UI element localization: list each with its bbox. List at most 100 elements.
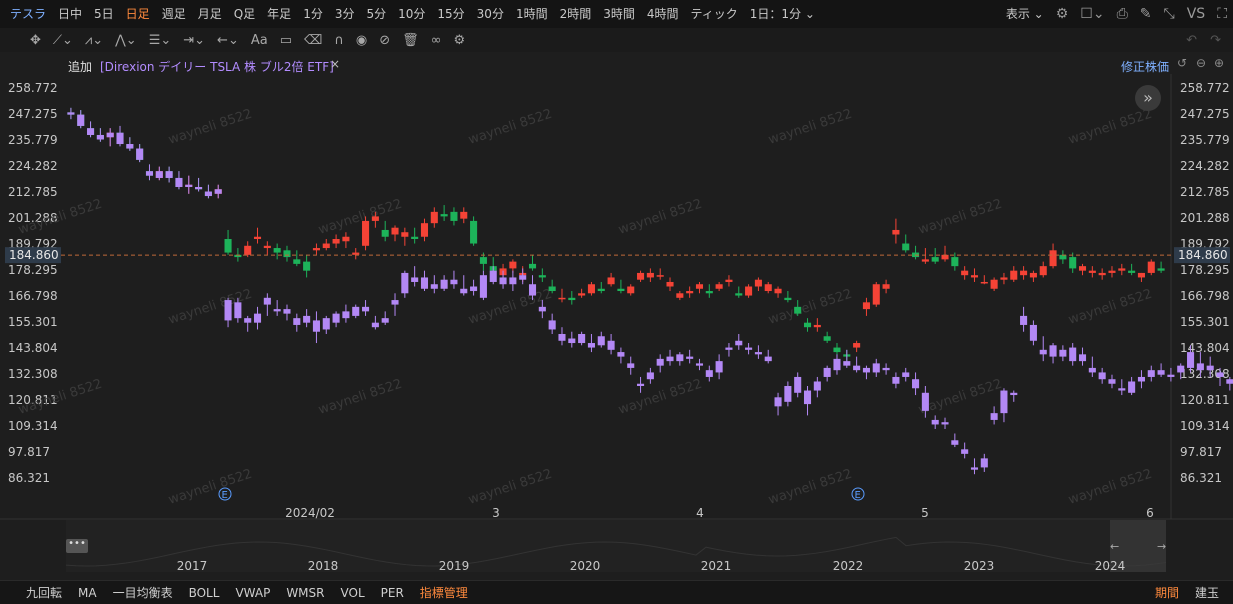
indicator-wmsr[interactable]: WMSR — [278, 586, 332, 600]
move-icon[interactable]: ✥ — [24, 33, 47, 48]
candle-body — [1078, 266, 1087, 271]
camera-icon[interactable]: ⎙ — [1111, 0, 1134, 28]
hide-icon[interactable]: ⊘ — [373, 33, 396, 48]
expand-icon[interactable]: ⤡ — [1158, 0, 1181, 28]
candle-body — [293, 318, 301, 325]
tf-2hour[interactable]: 2時間 — [554, 0, 598, 28]
candle-body — [322, 318, 330, 330]
price-tag-left: 184.860 — [9, 248, 59, 262]
candle-body — [1049, 250, 1057, 267]
tf-5min[interactable]: 5分 — [360, 0, 392, 28]
tf-3min[interactable]: 3分 — [329, 0, 361, 28]
indicator-ma[interactable]: MA — [70, 586, 105, 600]
candle-body — [1088, 367, 1096, 373]
tf-monthly[interactable]: 月足 — [192, 0, 228, 28]
overview-year-label: 2023 — [964, 559, 995, 573]
candle-body — [872, 284, 880, 305]
candle-body — [253, 236, 262, 240]
tf-dropdown[interactable]: 1日：1分 ⌄ — [744, 0, 821, 28]
candle-body — [342, 236, 350, 242]
indicator-kyukaiten[interactable]: 九回転 — [18, 584, 70, 601]
pitchfork-icon[interactable]: ⩘⌄ — [79, 33, 109, 48]
candle-body — [509, 277, 517, 285]
candle-body — [931, 419, 939, 425]
indicator-vwap[interactable]: VWAP — [227, 586, 278, 600]
indicator-per[interactable]: PER — [373, 586, 412, 600]
link-icon[interactable]: ∞ — [425, 33, 448, 48]
tf-1hour[interactable]: 1時間 — [510, 0, 554, 28]
pattern-icon[interactable]: ⋀⌄ — [109, 33, 143, 48]
display-menu[interactable]: 表示 ⌄ — [1000, 0, 1050, 28]
layout-icon[interactable]: ☐⌄ — [1074, 0, 1110, 28]
zoom-in-icon[interactable]: ⊕ — [1214, 56, 1224, 70]
candle-body — [627, 286, 635, 294]
tf-10min[interactable]: 10分 — [392, 0, 431, 28]
scroll-right-button[interactable]: » — [1135, 85, 1161, 111]
fibonacci-icon[interactable]: ☰⌄ — [143, 33, 178, 48]
indicator-management-button[interactable]: 指標管理 — [412, 584, 476, 601]
tf-daily[interactable]: 日足 — [120, 0, 156, 28]
eraser-icon[interactable]: ⌫ — [298, 33, 328, 48]
candle-body — [470, 220, 478, 244]
tf-5day[interactable]: 5日 — [88, 0, 120, 28]
candlestick-chart[interactable]: 258.772 258.772 247.275 247.275 235.779 235.7… — [0, 74, 1233, 580]
candle-body — [745, 286, 753, 296]
indicator-vol[interactable]: VOL — [333, 586, 373, 600]
tf-30min[interactable]: 30分 — [471, 0, 510, 28]
tf-3hour[interactable]: 3時間 — [597, 0, 641, 28]
indicator-bar: 九回転 MA 一目均衡表 BOLL VWAP WMSR VOL PER 指標管理… — [0, 580, 1233, 604]
candle-body — [1157, 370, 1165, 375]
arrow-icon[interactable]: ←⌄ — [211, 33, 245, 48]
remove-compare-button[interactable]: × — [330, 57, 340, 71]
tf-intraday[interactable]: 日中 — [52, 0, 88, 28]
indicator-boll[interactable]: BOLL — [181, 586, 228, 600]
tf-4hour[interactable]: 4時間 — [641, 0, 685, 28]
zoom-out-icon[interactable]: ⊖ — [1196, 56, 1206, 70]
top-toolbar: テスラ 日中 5日 日足 週足 月足 Q足 年足 1分 3分 5分 10分 15… — [0, 0, 1233, 29]
adjusted-price-toggle[interactable]: 修正株価 — [1121, 58, 1169, 75]
trash-icon[interactable]: 🗑 — [396, 33, 425, 48]
add-compare-button[interactable]: 追加 — [68, 58, 92, 75]
fullscreen-icon[interactable]: ⛶ — [1211, 0, 1233, 28]
settings-icon[interactable]: ⚙ — [448, 33, 472, 48]
indicator-ichimoku[interactable]: 一目均衡表 — [105, 584, 181, 601]
candle-body — [352, 306, 360, 316]
trendline-icon[interactable]: ⟋⌄ — [47, 33, 79, 48]
tf-quarterly[interactable]: Q足 — [228, 0, 261, 28]
tab-period[interactable]: 期間 — [1147, 584, 1187, 601]
gear-icon[interactable]: ⚙ — [1050, 0, 1075, 28]
y-tick-right: 166.798 — [1180, 289, 1230, 303]
tf-yearly[interactable]: 年足 — [261, 0, 297, 28]
candle-body — [1059, 349, 1067, 357]
candle-body — [1010, 392, 1018, 396]
vs-button[interactable]: VS — [1181, 0, 1211, 28]
y-tick-left: 97.817 — [8, 445, 50, 459]
tf-15min[interactable]: 15分 — [431, 0, 470, 28]
candle-body — [1029, 324, 1037, 341]
text-icon[interactable]: Aa — [245, 33, 274, 48]
candle-body — [715, 361, 723, 373]
candle-body — [980, 458, 988, 468]
undo-icon[interactable]: ↶ — [1180, 33, 1203, 48]
candle-body — [1098, 372, 1106, 380]
pen-icon[interactable]: ✎ — [1134, 0, 1158, 28]
comment-icon[interactable]: ▭ — [274, 33, 298, 48]
visibility-icon[interactable]: ◉ — [350, 33, 373, 48]
magnet-icon[interactable]: ∩ — [328, 33, 350, 48]
x-tick-label: 3 — [492, 506, 500, 520]
candle-body — [420, 277, 429, 289]
tf-1min[interactable]: 1分 — [297, 0, 329, 28]
more-options-icon[interactable]: ••• — [66, 539, 88, 553]
measure-icon[interactable]: ⇥⌄ — [177, 33, 211, 48]
y-tick-right: 235.779 — [1180, 133, 1230, 147]
drawing-toolbar: ✥ ⟋⌄ ⩘⌄ ⋀⌄ ☰⌄ ⇥⌄ ←⌄ Aa ▭ ⌫ ∩ ◉ ⊘ 🗑 ∞ ⚙ ↶… — [0, 28, 1233, 52]
tf-weekly[interactable]: 週足 — [156, 0, 192, 28]
redo-icon[interactable]: ↷ — [1204, 33, 1227, 48]
candle-body — [931, 257, 939, 262]
candle-body — [803, 390, 812, 405]
symbol-label[interactable]: テスラ — [0, 0, 52, 28]
candle-body — [774, 288, 782, 294]
reset-icon[interactable]: ↺ — [1177, 56, 1187, 70]
tf-tick[interactable]: ティック — [685, 0, 744, 28]
tab-position[interactable]: 建玉 — [1187, 584, 1227, 601]
